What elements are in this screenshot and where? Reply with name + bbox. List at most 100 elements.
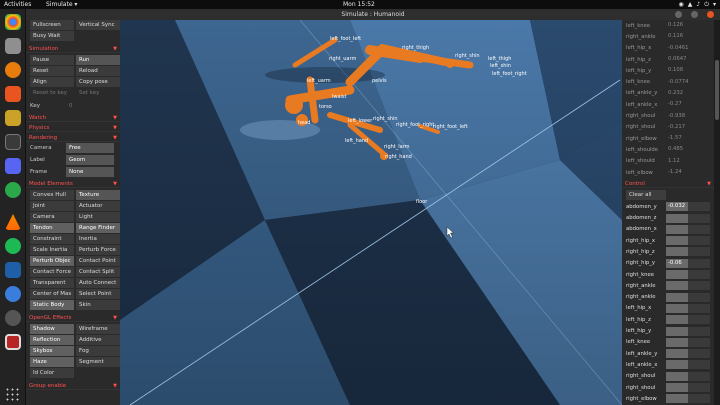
- system-tray[interactable]: ◉ ▲ ♪ ⏻ ▾: [679, 0, 716, 9]
- control-slider[interactable]: [666, 281, 710, 291]
- clear-all-button[interactable]: Clear all: [626, 190, 666, 201]
- power-icon[interactable]: ⏻: [704, 0, 709, 9]
- element-auto-connect-button[interactable]: Auto Connect: [76, 278, 120, 288]
- control-slider[interactable]: [666, 213, 710, 223]
- gl-haze-button[interactable]: Haze: [30, 357, 74, 367]
- scrollbar-thumb[interactable]: [715, 60, 719, 120]
- rendering-select[interactable]: None: [66, 167, 114, 177]
- network-icon[interactable]: ◉: [679, 0, 684, 9]
- control-slider[interactable]: [666, 360, 710, 370]
- element-joint-button[interactable]: Joint: [30, 201, 74, 211]
- 3d-viewport[interactable]: right_thigh right_shin left_thigh left_s…: [120, 20, 622, 405]
- element-light-button[interactable]: Light: [76, 212, 120, 222]
- busy-wait-button[interactable]: Busy Wait: [30, 31, 74, 41]
- element-transparent-button[interactable]: Transparent: [30, 278, 74, 288]
- section-rendering[interactable]: Rendering: [26, 134, 120, 142]
- simulate-icon[interactable]: [5, 334, 21, 350]
- app-grid-icon[interactable]: [5, 387, 21, 403]
- gl-additive-button[interactable]: Additive: [76, 335, 120, 345]
- control-slider[interactable]: [666, 270, 710, 280]
- gl-wireframe-button[interactable]: Wireframe: [76, 324, 120, 334]
- gl-id-color-button[interactable]: Id Color: [30, 368, 74, 378]
- indicator-icon[interactable]: ▲: [688, 0, 693, 9]
- control-slider[interactable]: -0.06: [666, 258, 710, 268]
- software-center-icon[interactable]: [5, 86, 21, 102]
- chevron-down-icon[interactable]: ▾: [713, 0, 716, 9]
- section-control[interactable]: Control: [622, 180, 714, 189]
- minimize-icon[interactable]: [675, 11, 682, 18]
- rendering-select[interactable]: Free: [66, 143, 114, 153]
- blender-icon[interactable]: [5, 62, 21, 78]
- maximize-icon[interactable]: [691, 11, 698, 18]
- control-slider[interactable]: [666, 371, 710, 381]
- section-group-enable[interactable]: Group enable: [26, 382, 120, 390]
- element-scale-inertia-button[interactable]: Scale Inertia: [30, 245, 74, 255]
- element-texture-button[interactable]: Texture: [76, 190, 120, 200]
- element-inertia-button[interactable]: Inertia: [76, 234, 120, 244]
- sim-set-key-button[interactable]: Set key: [76, 88, 120, 98]
- updater-icon[interactable]: [5, 286, 21, 302]
- section-simulation[interactable]: Simulation: [26, 45, 120, 53]
- element-center-of-mas-button[interactable]: Center of Mas: [30, 289, 74, 299]
- sim-copy-pose-button[interactable]: Copy pose: [76, 77, 120, 87]
- element-camera-button[interactable]: Camera: [30, 212, 74, 222]
- element-perturb-force-button[interactable]: Perturb Force: [76, 245, 120, 255]
- chrome-icon[interactable]: [5, 14, 21, 30]
- virtualbox-icon[interactable]: [5, 262, 21, 278]
- spotify-icon[interactable]: [5, 238, 21, 254]
- gl-reflection-button[interactable]: Reflection: [30, 335, 74, 345]
- sim-pause-button[interactable]: Pause: [30, 55, 74, 65]
- control-slider[interactable]: [666, 224, 710, 234]
- control-slider[interactable]: [666, 337, 710, 347]
- control-slider[interactable]: [666, 292, 710, 302]
- right-scrollbar[interactable]: [714, 20, 720, 405]
- rendering-select[interactable]: Geom: [66, 155, 114, 165]
- element-convex-hull-button[interactable]: Convex Hull: [30, 190, 74, 200]
- control-slider[interactable]: [666, 315, 710, 325]
- sim-align-button[interactable]: Align: [30, 77, 74, 87]
- vlc-icon[interactable]: [5, 214, 21, 230]
- element-skin-button[interactable]: Skin: [76, 300, 120, 310]
- element-contact-point-button[interactable]: Contact Point: [76, 256, 120, 266]
- control-slider[interactable]: [666, 236, 710, 246]
- terminal-icon[interactable]: [5, 134, 21, 150]
- element-select-point-button[interactable]: Select Point: [76, 289, 120, 299]
- element-constraint-button[interactable]: Constraint: [30, 234, 74, 244]
- key-value[interactable]: 0: [66, 101, 114, 111]
- element-range-finder-button[interactable]: Range Finder: [76, 223, 120, 233]
- gl-skybox-button[interactable]: Skybox: [30, 346, 74, 356]
- element-contact-split-button[interactable]: Contact Split: [76, 267, 120, 277]
- volume-icon[interactable]: ♪: [696, 0, 700, 9]
- element-actuator-button[interactable]: Actuator: [76, 201, 120, 211]
- section-opengl-effects[interactable]: OpenGL Effects: [26, 314, 120, 322]
- activities-button[interactable]: Activities: [4, 0, 31, 9]
- control-slider[interactable]: [666, 383, 710, 393]
- close-icon[interactable]: [707, 11, 714, 18]
- vsync-button[interactable]: Vertical Sync: [76, 20, 120, 30]
- files-icon[interactable]: [5, 38, 21, 54]
- privacy-icon[interactable]: [5, 110, 21, 126]
- element-perturb-objec-button[interactable]: Perturb Objec: [30, 256, 74, 266]
- app-menu[interactable]: Simulate ▾: [46, 0, 77, 9]
- element-static-body-button[interactable]: Static Body: [30, 300, 74, 310]
- gl-segment-button[interactable]: Segment: [76, 357, 120, 367]
- app-icon-2[interactable]: [5, 310, 21, 326]
- sim-reset-button[interactable]: Reset: [30, 66, 74, 76]
- control-slider[interactable]: [666, 394, 710, 404]
- element-contact-force-button[interactable]: Contact Force: [30, 267, 74, 277]
- sim-reload-button[interactable]: Reload: [76, 66, 120, 76]
- control-slider[interactable]: [666, 247, 710, 257]
- app-icon[interactable]: [5, 182, 21, 198]
- fullscreen-button[interactable]: Fullscreen: [30, 20, 74, 30]
- sim-reset-to-key-button[interactable]: Reset to key: [30, 88, 74, 98]
- discord-icon[interactable]: [5, 158, 21, 174]
- control-slider[interactable]: [666, 303, 710, 313]
- clock[interactable]: Mon 15:52: [343, 0, 375, 9]
- control-slider[interactable]: [666, 326, 710, 336]
- section-model-elements[interactable]: Model Elements: [26, 180, 120, 188]
- sim-run-button[interactable]: Run: [76, 55, 120, 65]
- control-slider[interactable]: [666, 349, 710, 359]
- element-tendon-button[interactable]: Tendon: [30, 223, 74, 233]
- gl-fog-button[interactable]: Fog: [76, 346, 120, 356]
- control-slider[interactable]: -0.032: [666, 202, 710, 212]
